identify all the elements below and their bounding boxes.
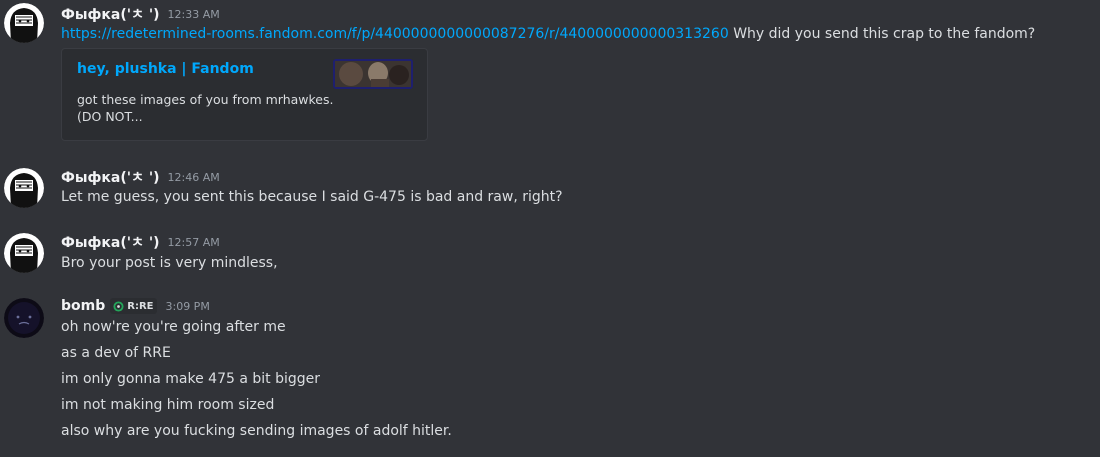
message-header: Фыфка('ㅊ ') 12:46 AM: [61, 167, 220, 187]
embed-description: got these images of you from mrhawkes. (…: [77, 91, 333, 125]
username[interactable]: Фыфка('ㅊ '): [61, 4, 160, 24]
message-text: Bro your post is very mindless,: [61, 255, 278, 271]
role-name: R:RE: [127, 300, 154, 312]
timestamp[interactable]: 12:33 AM: [168, 8, 220, 21]
message-text: Why did you send this crap to the fandom…: [733, 26, 1036, 42]
username[interactable]: Фыфка('ㅊ '): [61, 232, 160, 252]
user-avatar[interactable]: [4, 298, 44, 338]
chat-log: Фыфка('ㅊ ') 12:33 AM https://redetermine…: [0, 0, 1100, 457]
message: Фыфка('ㅊ ') 12:33 AM https://redetermine…: [0, 0, 1100, 145]
timestamp[interactable]: 12:46 AM: [168, 171, 220, 184]
message-header: Фыфка('ㅊ ') 12:57 AM: [61, 232, 220, 252]
message-text: Let me guess, you sent this because I sa…: [61, 189, 563, 205]
message-link[interactable]: https://redetermined-rooms.fandom.com/f/…: [61, 26, 729, 42]
link-embed: hey, plushka | Fandom got these images o…: [61, 48, 428, 141]
message-text: as a dev of RRE: [61, 345, 171, 361]
message-text: oh now're you're going after me: [61, 319, 286, 335]
hooded-face-avatar-icon: [4, 3, 44, 43]
message: Фыфка('ㅊ ') 12:46 AM Let me guess, you s…: [0, 165, 1100, 215]
user-avatar[interactable]: [4, 3, 44, 43]
message-text: im only gonna make 475 a bit bigger: [61, 371, 320, 387]
hooded-face-avatar-icon: [4, 233, 44, 273]
timestamp[interactable]: 12:57 AM: [168, 236, 220, 249]
message-content: https://redetermined-rooms.fandom.com/f/…: [61, 24, 1035, 44]
message-header: Фыфка('ㅊ ') 12:33 AM: [61, 4, 220, 24]
role-badge[interactable]: R:RE: [110, 298, 158, 314]
username[interactable]: bomb: [61, 298, 105, 314]
hooded-face-avatar-icon: [4, 168, 44, 208]
message-text: im not making him room sized: [61, 397, 275, 413]
green-ring-icon: [113, 300, 124, 312]
message: bomb R:RE 3:09 PM oh now're you're going…: [0, 295, 1100, 450]
message-text: also why are you fucking sending images …: [61, 423, 452, 439]
embed-description-line: got these images of you from mrhawkes.: [77, 92, 334, 107]
embed-title[interactable]: hey, plushka | Fandom: [77, 61, 254, 77]
embed-description-line: (DO NOT...: [77, 109, 143, 124]
dark-round-face-avatar-icon: [4, 298, 44, 338]
embed-thumbnail[interactable]: [333, 59, 413, 89]
user-avatar[interactable]: [4, 168, 44, 208]
message-header: bomb R:RE 3:09 PM: [61, 296, 210, 316]
thumbnail-image: [333, 59, 413, 89]
timestamp[interactable]: 3:09 PM: [165, 300, 209, 313]
user-avatar[interactable]: [4, 233, 44, 273]
username[interactable]: Фыфка('ㅊ '): [61, 167, 160, 187]
message: Фыфка('ㅊ ') 12:57 AM Bro your post is ve…: [0, 230, 1100, 280]
